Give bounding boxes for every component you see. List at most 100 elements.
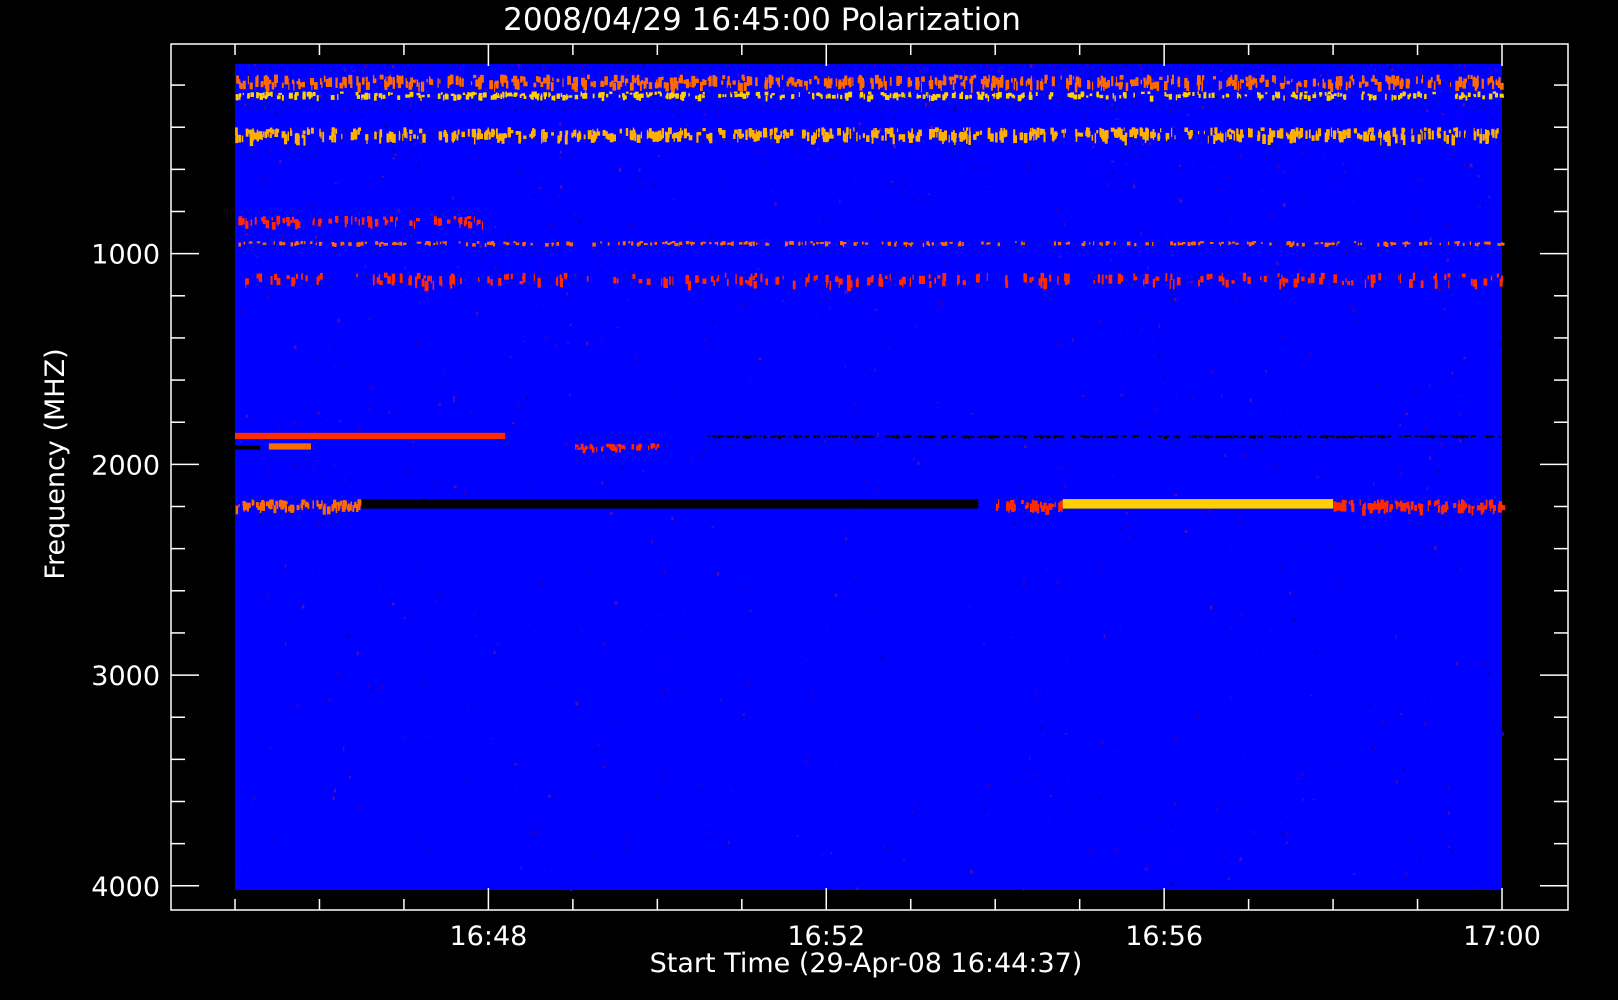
noise-speck (1261, 183, 1264, 186)
noise-speck (915, 326, 918, 328)
noise-speck (538, 308, 540, 313)
strong-band (1396, 502, 1400, 506)
noise-speck (254, 740, 256, 743)
rfi-band (473, 92, 477, 95)
noise-speck (1049, 795, 1052, 797)
noise-speck (834, 153, 836, 158)
noise-speck (722, 196, 726, 199)
noise-speck (1215, 808, 1219, 811)
chart-title: 2008/04/29 16:45:00 Polarization (503, 2, 1021, 38)
rfi-band (825, 95, 828, 99)
noise-speck (490, 737, 492, 740)
rfi-band (870, 77, 873, 83)
noise-speck (659, 826, 661, 828)
noise-speck (1113, 106, 1116, 110)
rfi-band (399, 273, 403, 284)
rfi-band (894, 242, 897, 247)
rfi-band (531, 93, 534, 100)
rfi-band (968, 135, 971, 145)
noise-speck (1292, 617, 1296, 622)
noise-speck (1286, 577, 1288, 579)
rfi-band (500, 93, 502, 99)
noise-speck (815, 262, 817, 267)
rfi-band (657, 130, 662, 141)
rfi-band (1462, 81, 1466, 89)
noise-speck (877, 420, 879, 424)
rfi-band (775, 276, 780, 285)
dark-band (729, 435, 732, 438)
rfi-band (248, 241, 253, 244)
dark-band (1380, 435, 1384, 438)
dark-band (1080, 435, 1083, 437)
rfi-band (964, 130, 968, 140)
rfi-band (629, 82, 634, 91)
noise-speck (1120, 394, 1124, 397)
noise-speck (971, 413, 974, 415)
dark-band (1268, 436, 1270, 439)
noise-speck (338, 420, 341, 423)
rfi-band (487, 127, 489, 135)
noise-speck (542, 682, 545, 685)
rfi-band (1039, 81, 1042, 89)
rfi-band (1312, 78, 1316, 87)
noise-speck (1122, 332, 1126, 335)
rfi-band (1287, 241, 1291, 246)
rfi-band (1290, 242, 1293, 246)
noise-speck (602, 765, 605, 768)
noise-speck (699, 609, 701, 611)
noise-speck (319, 419, 322, 421)
rfi-band (856, 241, 858, 244)
noise-speck (370, 688, 374, 693)
rfi-band (490, 279, 493, 286)
rfi-band (1320, 242, 1324, 244)
noise-speck (1228, 877, 1230, 881)
noise-speck (357, 68, 359, 72)
noise-speck (1385, 406, 1387, 409)
noise-speck (425, 490, 427, 494)
noise-speck (1230, 626, 1233, 630)
rfi-band (1386, 243, 1389, 247)
noise-speck (616, 327, 619, 328)
rfi-band (235, 127, 238, 135)
noise-speck (1454, 66, 1456, 71)
rfi-band (1066, 242, 1070, 245)
rfi-band (1225, 132, 1227, 142)
rfi-band (853, 242, 857, 246)
noise-speck (267, 467, 269, 471)
rfi-band (472, 129, 476, 138)
noise-speck (570, 889, 573, 892)
noise-speck (647, 384, 650, 387)
noise-speck (614, 601, 618, 605)
rfi-band (482, 92, 487, 98)
noise-speck (423, 677, 426, 679)
noise-speck (559, 156, 561, 159)
noise-speck (498, 216, 500, 221)
rfi-band (1323, 82, 1326, 89)
rfi-band (521, 93, 525, 96)
noise-speck (1035, 164, 1038, 167)
rfi-band (879, 81, 883, 88)
rfi-band (1025, 80, 1028, 87)
noise-speck (1044, 110, 1047, 114)
dark-band (840, 435, 843, 438)
strong-band (1489, 506, 1492, 511)
rfi-band (1186, 80, 1190, 91)
noise-speck (762, 147, 764, 152)
rfi-band (491, 242, 494, 245)
noise-speck (610, 512, 613, 515)
strong-band (1054, 502, 1056, 507)
noise-speck (1068, 131, 1071, 135)
rfi-band (1101, 274, 1104, 285)
noise-speck (773, 143, 775, 146)
noise-speck (1405, 412, 1409, 415)
rfi-band (747, 280, 751, 285)
noise-speck (1231, 194, 1233, 198)
rfi-band (838, 278, 843, 285)
rfi-band (1283, 82, 1285, 89)
rfi-band (530, 242, 533, 246)
rfi-band (654, 82, 659, 89)
rfi-band (441, 280, 443, 287)
noise-speck (706, 149, 709, 151)
rfi-band (643, 243, 648, 246)
noise-speck (1467, 322, 1470, 326)
